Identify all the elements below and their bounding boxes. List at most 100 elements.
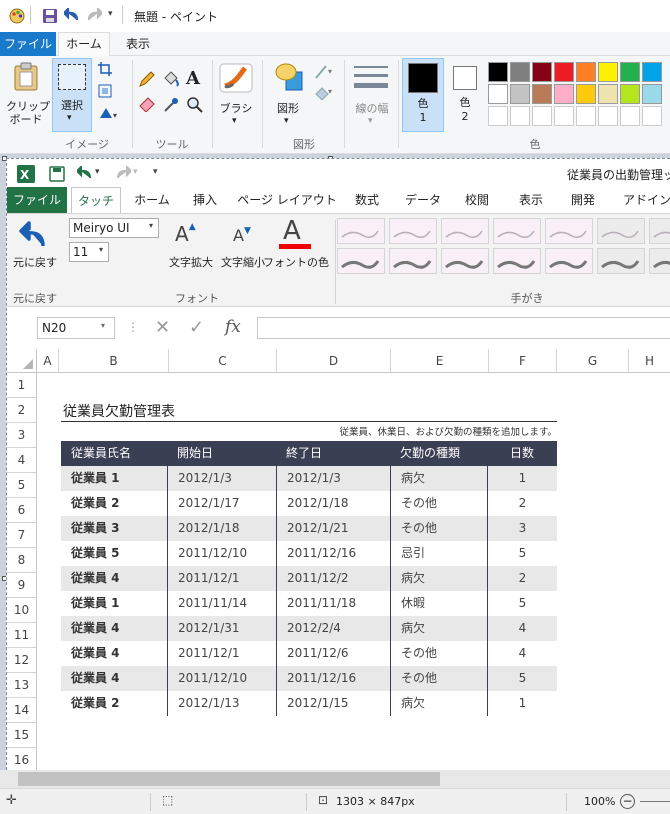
- table-cell: 2011/12/16: [276, 541, 390, 566]
- table-cell: 5: [487, 541, 557, 566]
- table-cell: 忌引: [390, 541, 487, 566]
- paint-title-bar: ▾ 無題 - ペイント: [0, 0, 670, 32]
- save-icon[interactable]: [42, 8, 58, 24]
- rotate-icon[interactable]: ▾: [98, 106, 118, 120]
- table-cell: 病欠: [390, 466, 487, 491]
- palette-swatch[interactable]: [576, 62, 596, 82]
- undo-icon[interactable]: [64, 8, 80, 24]
- table-cell: 2011/12/1: [167, 641, 276, 666]
- column-header: A: [37, 349, 59, 373]
- shapes-button[interactable]: 図形 ▾: [268, 60, 308, 132]
- ink-pen-swatch: [389, 218, 437, 244]
- clipboard-button[interactable]: クリップ ボード: [6, 60, 50, 130]
- excel-image[interactable]: X ▾ ▾ ▾ 従業員の出勤管理ッ ファイル タッチ ホーム 挿入 ページ レイ…: [6, 158, 670, 773]
- paint-tab-file[interactable]: ファイル: [0, 32, 56, 56]
- outline-icon[interactable]: ▾: [314, 64, 336, 80]
- grow-font-label: 文字拡大: [169, 256, 213, 269]
- crop-icon[interactable]: [98, 62, 112, 76]
- palette-swatch[interactable]: [532, 62, 552, 82]
- palette-swatch[interactable]: [598, 84, 618, 104]
- palette-swatch[interactable]: [532, 84, 552, 104]
- table-cell: 2012/1/21: [276, 516, 390, 541]
- palette-custom-slot[interactable]: [620, 106, 640, 126]
- paint-tab-view[interactable]: 表示: [118, 32, 158, 56]
- table-cell: その他: [390, 516, 487, 541]
- redo-icon[interactable]: [86, 8, 102, 24]
- palette-swatch[interactable]: [510, 84, 530, 104]
- row-header: 3: [7, 423, 37, 448]
- palette-custom-slot[interactable]: [510, 106, 530, 126]
- eraser-icon[interactable]: [138, 96, 156, 112]
- text-tool-icon[interactable]: A: [186, 68, 200, 89]
- excel-window-title: 従業員の出勤管理ッ: [567, 168, 670, 182]
- row-header: 1: [7, 373, 37, 398]
- brush-dropdown-icon: ▾: [232, 116, 237, 126]
- ink-pen-swatch: [441, 218, 489, 244]
- palette-custom-slot[interactable]: [488, 106, 508, 126]
- table-cell: 2011/12/6: [276, 641, 390, 666]
- horizontal-scrollbar-thumb[interactable]: [18, 772, 440, 786]
- table-row: 従業員 1 2012/1/3 2012/1/3 病欠 1: [61, 466, 557, 491]
- palette-swatch[interactable]: [620, 84, 640, 104]
- ink-pen-gallery: [337, 218, 670, 280]
- column-header: F: [489, 349, 557, 373]
- table-cell: 日数: [487, 441, 557, 466]
- font-size-dropdown-icon: ▾: [99, 245, 104, 254]
- palette-swatch[interactable]: [488, 84, 508, 104]
- formula-input: [257, 317, 670, 339]
- table-cell: 5: [487, 666, 557, 691]
- palette-swatch[interactable]: [642, 62, 662, 82]
- palette-swatch[interactable]: [620, 62, 640, 82]
- select-all-corner: [7, 349, 37, 373]
- magnifier-icon[interactable]: [186, 96, 204, 114]
- palette-swatch[interactable]: [642, 84, 662, 104]
- color-picker-icon[interactable]: [162, 96, 180, 114]
- qat-dropdown-icon[interactable]: ▾: [108, 9, 113, 19]
- line-width-button[interactable]: 線の幅 ▾: [350, 60, 394, 132]
- palette-swatch[interactable]: [488, 62, 508, 82]
- clipboard-icon: [14, 62, 38, 91]
- fill-bucket-icon[interactable]: [162, 70, 180, 88]
- table-row: 従業員 4 2012/1/31 2012/2/4 病欠 4: [61, 616, 557, 641]
- palette-custom-slot[interactable]: [554, 106, 574, 126]
- table-cell: 欠勤の種類: [390, 441, 487, 466]
- table-row: 従業員 4 2011/12/1 2011/12/2 病欠 2: [61, 566, 557, 591]
- color1-label: 色 1: [417, 97, 429, 124]
- palette-swatch[interactable]: [554, 62, 574, 82]
- excel-title-bar: X ▾ ▾ ▾ 従業員の出勤管理ッ: [7, 159, 670, 187]
- zoom-out-button[interactable]: −: [620, 794, 635, 809]
- paint-tab-home[interactable]: ホーム: [58, 32, 110, 57]
- svg-text:▾: ▾: [328, 67, 332, 76]
- row-header: 9: [7, 573, 37, 598]
- font-name-dropdown-icon: ▾: [149, 221, 154, 230]
- ink-pen-swatch: [597, 248, 645, 274]
- brush-button[interactable]: ブラシ ▾: [216, 60, 256, 132]
- table-cell: 2012/1/31: [167, 616, 276, 641]
- palette-swatch[interactable]: [576, 84, 596, 104]
- color2-button[interactable]: 色 2: [448, 62, 484, 132]
- column-header: B: [59, 349, 169, 373]
- table-cell: 休暇: [390, 591, 487, 616]
- select-rectangle-icon: [58, 64, 86, 90]
- table-cell: 1: [487, 466, 557, 491]
- color1-button[interactable]: 色 1: [402, 58, 444, 132]
- shrink-font-icon: A▼: [233, 226, 251, 245]
- shapes-dropdown-icon: ▾: [284, 116, 289, 126]
- zoom-slider[interactable]: [640, 801, 670, 802]
- ink-pen-swatch: [649, 248, 670, 274]
- pencil-icon[interactable]: [138, 70, 156, 88]
- palette-custom-slot[interactable]: [598, 106, 618, 126]
- grow-font-icon: A▲: [175, 222, 196, 246]
- palette-swatch[interactable]: [554, 84, 574, 104]
- excel-font-name-box: Meiryo UI: [69, 218, 159, 238]
- palette-custom-slot[interactable]: [576, 106, 596, 126]
- excel-ribbon: 元に戻す Meiryo UI ▾ 11 ▾ A▲ 文字拡大 A▼ 文字縮小 A …: [7, 213, 670, 307]
- palette-custom-slot[interactable]: [532, 106, 552, 126]
- palette-custom-slot[interactable]: [642, 106, 662, 126]
- resize-icon[interactable]: [98, 84, 112, 98]
- select-button[interactable]: 選択 ▾: [52, 58, 92, 132]
- palette-swatch[interactable]: [598, 62, 618, 82]
- brush-icon: [219, 63, 253, 93]
- fill-icon[interactable]: ▾: [314, 84, 336, 100]
- palette-swatch[interactable]: [510, 62, 530, 82]
